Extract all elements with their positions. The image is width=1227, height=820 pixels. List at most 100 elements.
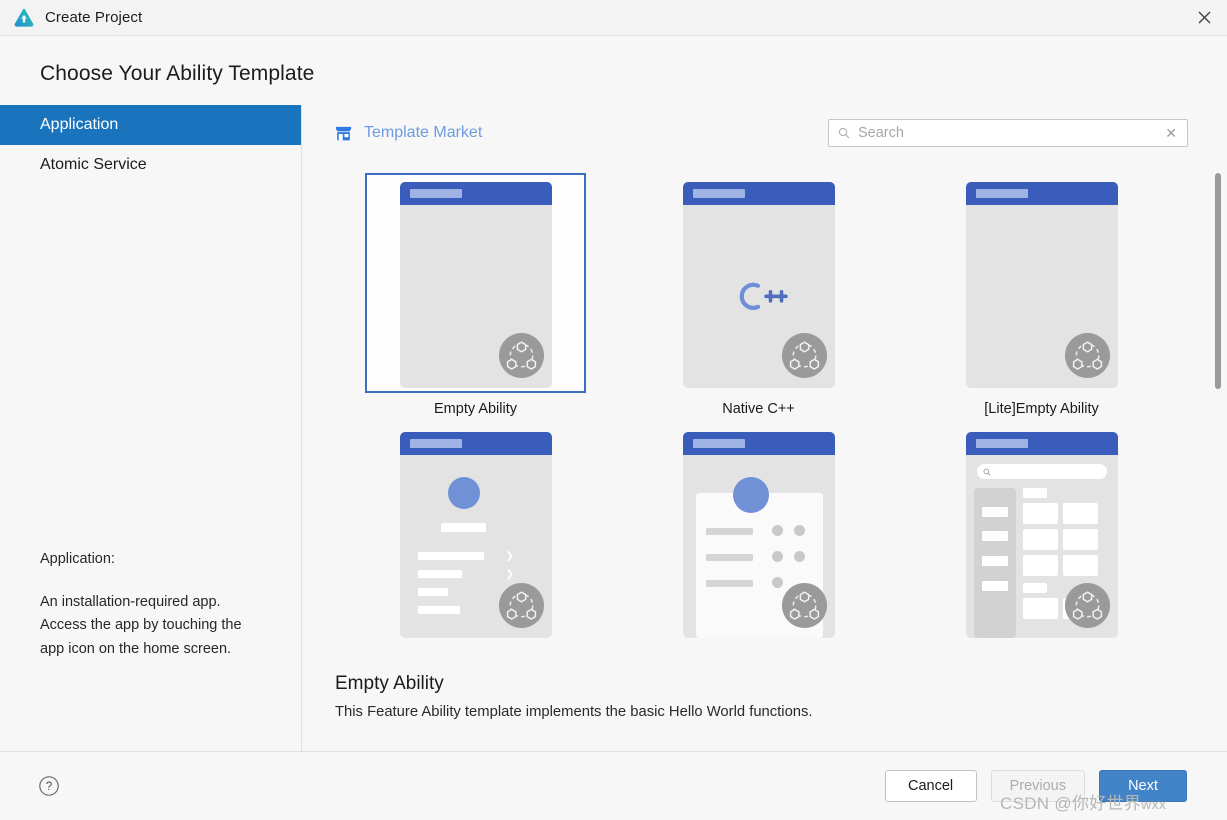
preview-header-bar: [965, 182, 1118, 205]
search-box[interactable]: ✕: [828, 119, 1188, 147]
page-title: Choose Your Ability Template: [40, 62, 315, 85]
template-card[interactable]: Native C++: [617, 167, 900, 417]
close-icon: [1198, 11, 1210, 24]
preview-dot: [793, 525, 805, 536]
footer-buttons: Cancel Previous Next: [884, 770, 1187, 802]
dialog-body: Application Atomic Service Application: …: [0, 105, 1227, 752]
preview-title-placeholder: [409, 189, 462, 198]
template-thumbnail-frame[interactable]: ❯ ❯ ❯ ❯: [365, 423, 586, 643]
svg-text:?: ?: [46, 781, 52, 793]
help-icon[interactable]: ?: [38, 775, 60, 797]
preview-title-placeholder: [692, 189, 745, 198]
template-preview-profile-list: ❯ ❯ ❯ ❯: [399, 432, 552, 638]
template-toolbar: Template Market ✕: [302, 105, 1227, 161]
sidebar-item-atomic-service[interactable]: Atomic Service: [0, 145, 301, 185]
previous-button: Previous: [990, 770, 1085, 802]
templates-scrollbar[interactable]: [1215, 173, 1221, 389]
category-description-title: Application:: [40, 551, 115, 567]
preview-tile: [1062, 503, 1098, 524]
preview-header-bar: [399, 182, 552, 205]
preview-line: [440, 523, 486, 532]
template-thumbnail-frame[interactable]: [931, 173, 1152, 393]
preview-dot: [771, 525, 783, 536]
search-icon: [838, 127, 850, 139]
preview-tile: [1022, 488, 1047, 498]
preview-line: [417, 552, 484, 560]
template-thumbnail-frame[interactable]: [648, 173, 869, 393]
search-clear-button[interactable]: ✕: [1163, 126, 1179, 140]
harmonyos-badge-icon: [498, 332, 544, 379]
preview-header-bar: [965, 432, 1118, 455]
template-preview-empty-ability: [399, 182, 552, 388]
deveco-studio-logo-icon: [14, 8, 34, 27]
preview-line: [981, 556, 1008, 566]
cpp-logo-icon: [739, 282, 788, 310]
preview-line: [981, 581, 1008, 591]
preview-header-bar: [399, 432, 552, 455]
template-detail-title: Empty Ability: [335, 673, 444, 694]
harmonyos-badge-icon: [781, 582, 827, 629]
template-thumbnail-frame[interactable]: [648, 423, 869, 643]
preview-search-bar: [976, 464, 1107, 479]
harmonyos-badge-icon: [1064, 332, 1110, 379]
preview-line: [705, 554, 753, 561]
template-grid: Empty Ability Native C++ [Lite]Empty Abi…: [302, 161, 1227, 651]
category-description: Application: An installation-required ap…: [0, 548, 301, 751]
preview-line: [417, 606, 460, 614]
template-thumbnail-frame[interactable]: [931, 423, 1152, 643]
chevron-right-icon: ❯: [505, 569, 514, 580]
template-thumbnail-frame[interactable]: [365, 173, 586, 393]
window-title: Create Project: [45, 9, 143, 26]
preview-title-placeholder: [692, 439, 745, 448]
template-card[interactable]: [617, 417, 900, 651]
template-card[interactable]: [Lite]Empty Ability: [900, 167, 1183, 417]
template-detail: Empty Ability This Feature Ability templ…: [302, 665, 1227, 751]
search-icon: [983, 468, 991, 476]
sidebar-item-application[interactable]: Application: [0, 105, 301, 145]
template-preview-card-layout: [682, 432, 835, 638]
preview-title-placeholder: [975, 439, 1028, 448]
template-market-link[interactable]: Template Market: [334, 124, 482, 143]
preview-line: [981, 531, 1008, 541]
preview-header-bar: [682, 432, 835, 455]
template-card[interactable]: Empty Ability: [334, 167, 617, 417]
harmonyos-badge-icon: [781, 332, 827, 379]
create-project-dialog: Create Project Choose Your Ability Templ…: [0, 0, 1227, 820]
cancel-button[interactable]: Cancel: [884, 770, 977, 802]
preview-dot: [771, 551, 783, 562]
template-grid-area: Empty Ability Native C++ [Lite]Empty Abi…: [302, 161, 1227, 665]
template-caption: [Lite]Empty Ability: [984, 401, 1099, 417]
preview-tile: [1022, 583, 1047, 593]
preview-tile: [1022, 529, 1058, 550]
search-input[interactable]: [850, 125, 1164, 141]
preview-tile: [1062, 555, 1098, 576]
sidebar-item-label: Atomic Service: [40, 156, 147, 173]
preview-line: [705, 580, 753, 587]
preview-line: [981, 507, 1008, 517]
preview-line: [417, 570, 462, 578]
template-preview-lite-empty-ability: [965, 182, 1118, 388]
dialog-footer: ? Cancel Previous Next: [0, 752, 1227, 820]
sidebar-item-label: Application: [40, 116, 119, 133]
template-preview-native-cpp: [682, 182, 835, 388]
preview-header-bar: [682, 182, 835, 205]
category-sidebar: Application Atomic Service Application: …: [0, 105, 302, 751]
template-preview-grid-layout: [965, 432, 1118, 638]
next-button[interactable]: Next: [1099, 770, 1187, 802]
close-button[interactable]: [1181, 0, 1227, 35]
preview-tile: [1022, 598, 1058, 619]
category-description-body: An installation-required app. Access the…: [40, 593, 242, 657]
preview-dot: [793, 551, 805, 562]
template-market-label: Template Market: [364, 124, 483, 141]
preview-line: [417, 588, 448, 596]
template-card[interactable]: [900, 417, 1183, 651]
preview-tile: [1022, 503, 1058, 524]
preview-avatar: [732, 477, 769, 513]
preview-title-placeholder: [409, 439, 462, 448]
category-list: Application Atomic Service: [0, 105, 301, 185]
preview-tile: [1022, 555, 1058, 576]
preview-tile: [1062, 529, 1098, 550]
template-card[interactable]: ❯ ❯ ❯ ❯: [334, 417, 617, 651]
preview-avatar: [447, 477, 480, 509]
template-detail-text: This Feature Ability template implements…: [335, 704, 813, 720]
